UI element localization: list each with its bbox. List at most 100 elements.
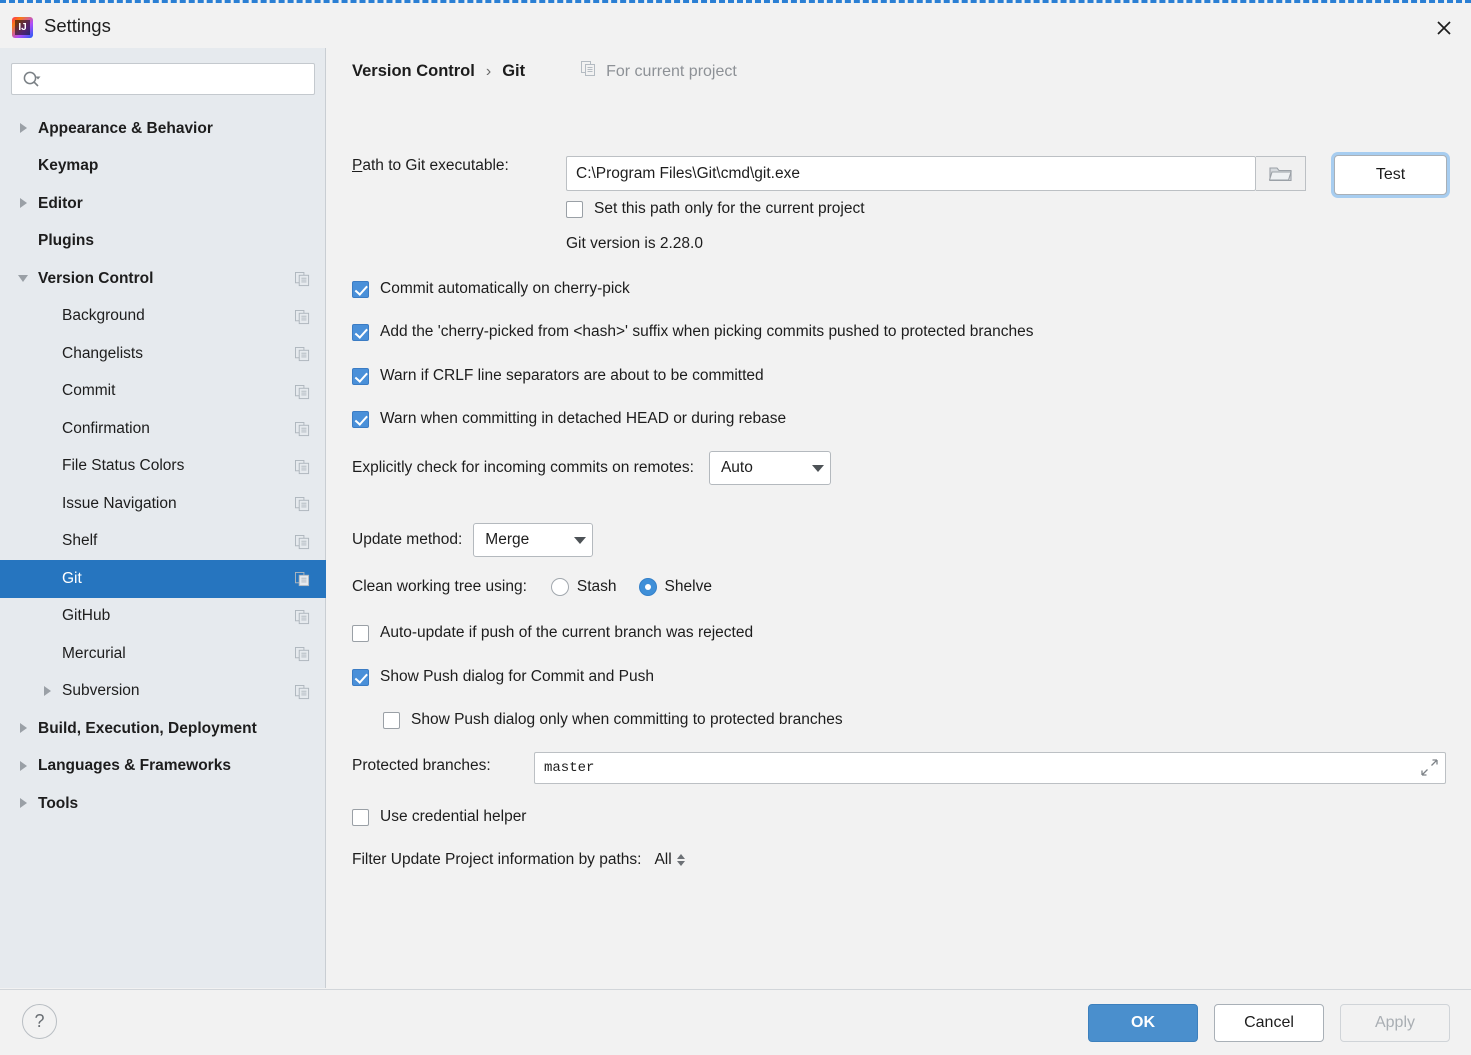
git-option-row-2[interactable]: Warn if CRLF line separators are about t… — [352, 367, 764, 385]
sidebar-item-label: Build, Execution, Deployment — [38, 719, 257, 737]
git-option-row-1[interactable]: Add the 'cherry-picked from <hash>' suff… — [352, 323, 1034, 341]
breadcrumb-parent[interactable]: Version Control — [352, 62, 475, 81]
sidebar-item-label: Confirmation — [62, 419, 150, 437]
test-button[interactable]: Test — [1334, 155, 1447, 195]
sidebar-item-label: Tools — [38, 794, 79, 812]
sidebar-item-label: Background — [62, 307, 145, 325]
copy-scope-icon — [295, 497, 310, 517]
filter-update-label: Filter Update Project information by pat… — [352, 851, 642, 868]
settings-tree: Appearance & Behavior Keymap Editor Plugins… — [0, 110, 326, 823]
auto-update-label: Auto-update if push of the current branc… — [380, 624, 754, 641]
update-method-label: Update method: — [352, 531, 463, 548]
spinner-updown-icon[interactable] — [676, 854, 685, 866]
stash-radio[interactable] — [550, 578, 569, 596]
git-option-row-3[interactable]: Warn when committing in detached HEAD or… — [352, 410, 786, 428]
sidebar-item-label: Keymap — [38, 157, 99, 175]
browse-folder-button[interactable] — [1256, 156, 1306, 191]
sidebar-item-issue-navigation[interactable]: Issue Navigation — [0, 485, 326, 523]
sidebar-item-tools[interactable]: Tools — [0, 785, 326, 823]
search-input[interactable] — [11, 63, 315, 95]
settings-main-panel: Version Control › Git For current projec… — [327, 48, 1471, 988]
chevron-right-icon[interactable] — [42, 685, 55, 698]
intellij-idea-logo-icon — [12, 17, 33, 38]
window-title: Settings — [44, 15, 111, 36]
incoming-commits-row: Explicitly check for incoming commits on… — [352, 451, 831, 485]
shelve-radio[interactable] — [638, 578, 657, 596]
sidebar-item-shelf[interactable]: Shelf — [0, 523, 326, 561]
sidebar-item-commit[interactable]: Commit — [0, 373, 326, 411]
chevron-right-icon[interactable] — [18, 122, 31, 135]
set-path-current-project-checkbox[interactable] — [566, 200, 583, 218]
git-option-label-3: Warn when committing in detached HEAD or… — [380, 410, 787, 427]
update-method-dropdown[interactable]: Merge — [473, 523, 594, 557]
sidebar-item-version-control[interactable]: Version Control — [0, 260, 326, 298]
radio-shelve[interactable]: Shelve — [638, 578, 712, 596]
sidebar-item-mercurial[interactable]: Mercurial — [0, 635, 326, 673]
show-push-dialog-protected-checkbox[interactable] — [383, 711, 400, 729]
git-path-input[interactable] — [566, 156, 1256, 191]
no-arrow — [42, 610, 55, 623]
no-arrow — [42, 460, 55, 473]
sidebar-item-keymap[interactable]: Keymap — [0, 148, 326, 186]
sidebar-item-languages-frameworks[interactable]: Languages & Frameworks — [0, 748, 326, 786]
chevron-right-icon[interactable] — [18, 760, 31, 773]
title-bar: Settings — [0, 6, 1471, 48]
sidebar-item-appearance-behavior[interactable]: Appearance & Behavior — [0, 110, 326, 148]
chevron-right-icon[interactable] — [18, 197, 31, 210]
git-option-checkbox-2[interactable] — [352, 367, 369, 385]
sidebar-item-build-execution-deployment[interactable]: Build, Execution, Deployment — [0, 710, 326, 748]
no-arrow — [42, 310, 55, 323]
sidebar-item-plugins[interactable]: Plugins — [0, 223, 326, 261]
sidebar-item-subversion[interactable]: Subversion — [0, 673, 326, 711]
sidebar-item-background[interactable]: Background — [0, 298, 326, 336]
sidebar-item-label: Appearance & Behavior — [38, 119, 213, 137]
chevron-down-icon[interactable] — [18, 272, 31, 285]
sidebar-item-file-status-colors[interactable]: File Status Colors — [0, 448, 326, 486]
chevron-right-icon[interactable] — [18, 722, 31, 735]
filter-update-selector[interactable]: All — [654, 851, 685, 869]
git-option-label-1: Add the 'cherry-picked from <hash>' suff… — [380, 323, 1034, 340]
protected-branches-field[interactable] — [534, 752, 1446, 784]
git-option-checkbox-3[interactable] — [352, 410, 369, 428]
auto-update-row[interactable]: Auto-update if push of the current branc… — [352, 624, 753, 642]
git-option-checkbox-1[interactable] — [352, 323, 369, 341]
sidebar-item-changelists[interactable]: Changelists — [0, 335, 326, 373]
sidebar-item-github[interactable]: GitHub — [0, 598, 326, 636]
sidebar-item-confirmation[interactable]: Confirmation — [0, 410, 326, 448]
folder-icon — [1268, 166, 1292, 181]
incoming-commits-label: Explicitly check for incoming commits on… — [352, 459, 694, 476]
git-version-row: Git version is 2.28.0 — [566, 235, 703, 253]
protected-branches-label: Protected branches: — [352, 757, 491, 774]
help-icon[interactable]: ? — [22, 1004, 57, 1039]
copy-scope-icon — [295, 534, 310, 555]
set-path-current-project-row[interactable]: Set this path only for the current proje… — [566, 200, 865, 218]
protected-branches-input[interactable] — [535, 753, 1405, 783]
use-credential-helper-checkbox[interactable] — [352, 808, 369, 826]
sidebar-item-editor[interactable]: Editor — [0, 185, 326, 223]
sidebar-item-label: Commit — [62, 382, 116, 400]
cancel-button[interactable]: Cancel — [1214, 1004, 1324, 1042]
git-option-row-0[interactable]: Commit automatically on cherry-pick — [352, 280, 630, 298]
copy-scope-icon — [581, 61, 597, 82]
auto-update-checkbox[interactable] — [352, 624, 369, 642]
incoming-commits-dropdown[interactable]: Auto — [708, 451, 831, 485]
show-push-dialog-checkbox[interactable] — [352, 668, 369, 686]
chevron-right-icon[interactable] — [18, 797, 31, 810]
sidebar-item-label: Shelf — [62, 532, 98, 550]
sidebar-item-label: File Status Colors — [62, 457, 185, 475]
show-push-dialog-row[interactable]: Show Push dialog for Commit and Push — [352, 668, 654, 686]
filter-update-row: Filter Update Project information by pat… — [352, 851, 685, 869]
chevron-down-icon — [558, 536, 587, 544]
git-version-text: Git version is 2.28.0 — [566, 235, 703, 252]
chevron-down-icon — [796, 464, 824, 472]
sidebar-item-git[interactable]: Git — [0, 560, 326, 598]
no-arrow — [42, 497, 55, 510]
ok-button[interactable]: OK — [1088, 1004, 1198, 1042]
show-push-dialog-protected-label: Show Push dialog only when committing to… — [411, 711, 843, 728]
show-push-dialog-protected-row[interactable]: Show Push dialog only when committing to… — [383, 711, 843, 729]
use-credential-helper-row[interactable]: Use credential helper — [352, 808, 526, 826]
git-option-checkbox-0[interactable] — [352, 280, 369, 298]
expand-icon[interactable] — [1421, 759, 1438, 781]
close-icon[interactable] — [1417, 6, 1471, 50]
radio-stash[interactable]: Stash — [550, 578, 617, 596]
